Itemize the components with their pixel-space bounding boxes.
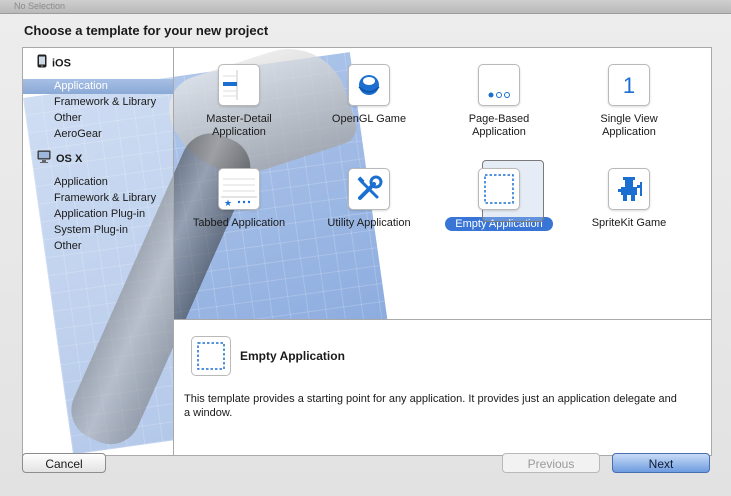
master-detail-icon (218, 64, 260, 106)
sidebar-item-osx-application-plugin[interactable]: Application Plug-in (23, 207, 173, 222)
spritekit-icon (608, 168, 650, 210)
sidebar-section-osx: OS X (37, 150, 82, 166)
template-utility[interactable]: Utility Application (304, 168, 434, 230)
template-page-based[interactable]: Page-Based Application (434, 64, 564, 139)
template-tabbed[interactable]: ★ Tabbed Application (174, 168, 304, 230)
template-label: Single View Application (600, 113, 658, 138)
template-label: SpriteKit Game (591, 217, 667, 229)
sidebar-item-osx-framework-library[interactable]: Framework & Library (23, 191, 173, 206)
sidebar-item-ios-application[interactable]: Application (23, 79, 173, 94)
platform-sidebar: iOS Application Framework & Library Othe… (23, 48, 174, 455)
tabbed-icon: ★ (218, 168, 260, 210)
empty-app-icon (191, 336, 231, 376)
page-based-icon (478, 64, 520, 106)
mac-icon (37, 150, 51, 168)
sidebar-section-label: iOS (52, 57, 71, 70)
single-view-icon: 1 (608, 64, 650, 106)
template-spritekit-game[interactable]: SpriteKit Game (564, 168, 694, 230)
template-description: Empty Application This template provides… (174, 319, 711, 455)
cancel-button[interactable]: Cancel (22, 453, 106, 473)
template-sheet: Choose a template for your new project i… (0, 14, 731, 496)
description-text: This template provides a starting point … (184, 393, 677, 419)
sidebar-item-osx-system-plugin[interactable]: System Plug-in (23, 223, 173, 238)
template-single-view[interactable]: 1 Single View Application (564, 64, 694, 139)
sidebar-item-ios-other[interactable]: Other (23, 111, 173, 126)
template-label: Master-Detail Application (206, 113, 272, 138)
sidebar-item-osx-application[interactable]: Application (23, 175, 173, 190)
sidebar-item-osx-other[interactable]: Other (23, 239, 173, 254)
template-opengl-game[interactable]: OpenGL Game (304, 64, 434, 126)
svg-text:★: ★ (224, 198, 232, 208)
window-title-strip: No Selection (0, 0, 731, 14)
template-empty-application[interactable]: Empty Application (434, 160, 564, 231)
description-title: Empty Application (240, 349, 345, 363)
template-label: Utility Application (327, 217, 411, 229)
template-grid: Master-Detail Application OpenGL Game Pa… (174, 48, 711, 318)
opengl-icon (348, 64, 390, 106)
template-label: Tabbed Application (192, 217, 286, 229)
empty-app-icon (478, 168, 520, 210)
svg-text:1: 1 (623, 73, 635, 98)
previous-button[interactable]: Previous (502, 453, 600, 473)
template-label: Page-Based Application (468, 113, 530, 138)
template-label: OpenGL Game (331, 113, 407, 125)
template-master-detail[interactable]: Master-Detail Application (174, 64, 304, 139)
sidebar-item-ios-aerogear[interactable]: AeroGear (23, 127, 173, 142)
sidebar-section-ios: iOS (37, 54, 71, 70)
iphone-icon (37, 54, 47, 73)
sidebar-item-ios-framework-library[interactable]: Framework & Library (23, 95, 173, 110)
template-panel: iOS Application Framework & Library Othe… (22, 47, 712, 456)
sheet-heading: Choose a template for your new project (24, 23, 269, 38)
utility-tools-icon (348, 168, 390, 210)
sidebar-section-label: OS X (56, 152, 83, 165)
next-button[interactable]: Next (612, 453, 710, 473)
